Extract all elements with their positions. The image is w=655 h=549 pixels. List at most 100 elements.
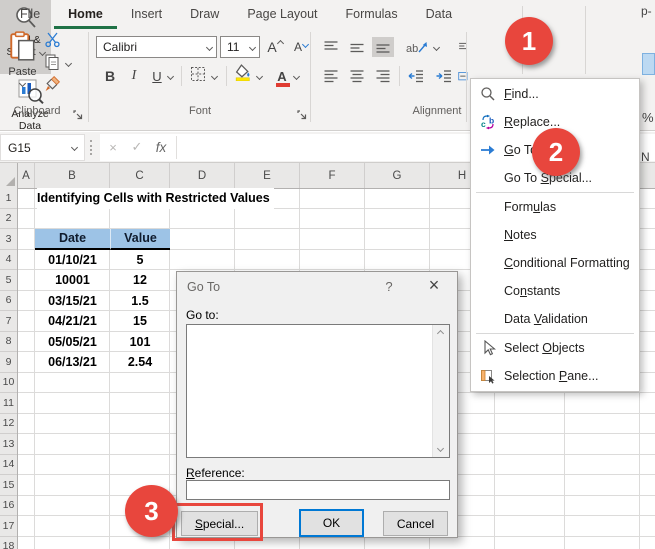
row-header-17[interactable]: 17 — [0, 516, 17, 537]
menu-item-notes[interactable]: Notes — [471, 221, 639, 249]
decrease-indent-button[interactable] — [405, 66, 427, 86]
row-header-2[interactable]: 2 — [0, 208, 17, 229]
copy-dropdown-icon[interactable] — [64, 59, 73, 68]
cell-C9[interactable]: 2.54 — [110, 352, 170, 373]
paste-button[interactable]: Paste — [4, 31, 41, 99]
tab-draw[interactable]: Draw — [176, 0, 233, 29]
row-header-8[interactable]: 8 — [0, 331, 17, 352]
cell-B4[interactable]: 01/10/21 — [35, 250, 110, 271]
menu-item-select-objects[interactable]: Select Objects — [471, 334, 639, 362]
menu-item-find[interactable]: Find... — [471, 80, 639, 108]
row-header-7[interactable]: 7 — [0, 311, 17, 332]
clipboard-dialog-launcher-icon[interactable] — [73, 107, 83, 125]
listbox-scrollbar[interactable] — [432, 325, 449, 457]
row-header-5[interactable]: 5 — [0, 270, 17, 291]
cell-C7[interactable]: 15 — [110, 311, 170, 332]
ok-button[interactable]: OK — [299, 509, 364, 537]
reference-input[interactable] — [186, 480, 450, 500]
cell-C3-header[interactable]: Value — [110, 229, 170, 250]
name-box-dropdown-icon[interactable] — [70, 143, 79, 152]
row-header-11[interactable]: 11 — [0, 393, 17, 414]
underline-dropdown-icon[interactable] — [166, 72, 175, 81]
cell-B8[interactable]: 05/05/21 — [35, 332, 110, 353]
top-align-button[interactable] — [320, 37, 342, 57]
row-header-10[interactable]: 10 — [0, 372, 17, 393]
column-header-E[interactable]: E — [235, 163, 300, 188]
font-name-combo[interactable]: Calibri — [96, 36, 217, 58]
go-to-listbox[interactable] — [186, 324, 450, 458]
menu-item-selection-pane[interactable]: Selection Pane... — [471, 362, 639, 390]
bottom-align-button[interactable] — [372, 37, 394, 57]
tab-page-layout[interactable]: Page Layout — [233, 0, 331, 29]
cell-B5[interactable]: 10001 — [35, 270, 110, 291]
italic-button[interactable]: I — [123, 66, 145, 86]
align-center-button[interactable] — [346, 66, 368, 86]
row-header-6[interactable]: 6 — [0, 290, 17, 311]
fill-color-button[interactable] — [232, 64, 254, 85]
row-header-18[interactable]: 18 — [0, 536, 17, 549]
row-header-1[interactable]: 1 — [0, 188, 17, 209]
row-header-3[interactable]: 3 — [0, 229, 17, 250]
menu-item-conditional-formatting[interactable]: Conditional Formatting — [471, 249, 639, 277]
cell-B6[interactable]: 03/15/21 — [35, 291, 110, 312]
cell-C6[interactable]: 1.5 — [110, 291, 170, 312]
scroll-up-icon[interactable] — [436, 329, 445, 338]
bold-button[interactable]: B — [99, 66, 121, 86]
format-painter-button[interactable] — [41, 75, 63, 96]
column-header-F[interactable]: F — [300, 163, 365, 188]
orientation-dropdown-icon[interactable] — [432, 43, 441, 52]
column-header-D[interactable]: D — [170, 163, 235, 188]
row-header-14[interactable]: 14 — [0, 454, 17, 475]
column-header-C[interactable]: C — [110, 163, 170, 188]
tab-insert[interactable]: Insert — [117, 0, 176, 29]
cell-B9[interactable]: 06/13/21 — [35, 352, 110, 373]
align-left-button[interactable] — [320, 66, 342, 86]
font-size-combo[interactable]: 11 — [220, 36, 260, 58]
fill-color-dropdown-icon[interactable] — [255, 72, 264, 81]
cancel-entry-button[interactable]: × — [103, 137, 123, 157]
menu-item-constants[interactable]: Constants — [471, 277, 639, 305]
row-header-9[interactable]: 9 — [0, 352, 17, 373]
name-box[interactable]: G15 — [0, 134, 85, 161]
dialog-help-button[interactable]: ? — [379, 279, 399, 294]
tab-home[interactable]: Home — [54, 0, 117, 29]
column-header-K[interactable]: K — [640, 163, 655, 188]
cell-C8[interactable]: 101 — [110, 332, 170, 353]
cell-B1-title[interactable]: Identifying Cells with Restricted Values — [37, 188, 274, 209]
dialog-close-button[interactable]: × — [421, 275, 447, 296]
cell-B7[interactable]: 04/21/21 — [35, 311, 110, 332]
menu-item-formulas[interactable]: Formulas — [471, 193, 639, 221]
font-color-dropdown-icon[interactable] — [292, 72, 301, 81]
borders-dropdown-icon[interactable] — [210, 72, 219, 81]
menu-item-data-validation[interactable]: Data Validation — [471, 305, 639, 333]
borders-button[interactable] — [187, 66, 209, 86]
select-all-corner[interactable] — [0, 163, 18, 188]
column-header-G[interactable]: G — [365, 163, 430, 188]
scroll-down-icon[interactable] — [436, 444, 445, 453]
cell-B3-header[interactable]: Date — [35, 229, 110, 250]
tab-formulas[interactable]: Formulas — [332, 0, 412, 29]
font-dialog-launcher-icon[interactable] — [297, 107, 307, 125]
cut-button[interactable] — [41, 32, 63, 52]
orientation-button[interactable]: ab — [404, 37, 430, 57]
column-header-A[interactable]: A — [18, 163, 35, 188]
underline-button[interactable]: U — [146, 66, 168, 86]
insert-function-button[interactable]: fx — [151, 137, 171, 157]
enter-entry-button[interactable]: ✓ — [127, 137, 147, 157]
row-header-13[interactable]: 13 — [0, 434, 17, 455]
cell-C4[interactable]: 5 — [110, 250, 170, 271]
font-color-button[interactable]: A — [271, 66, 293, 87]
cancel-button[interactable]: Cancel — [383, 511, 448, 536]
cell-C5[interactable]: 12 — [110, 270, 170, 291]
copy-button[interactable] — [41, 54, 63, 74]
paste-dropdown-icon[interactable] — [18, 79, 27, 88]
row-header-15[interactable]: 15 — [0, 475, 17, 496]
tab-data[interactable]: Data — [412, 0, 466, 29]
row-header-12[interactable]: 12 — [0, 413, 17, 434]
tab-file[interactable]: File — [6, 0, 54, 29]
increase-font-size-button[interactable]: A — [263, 37, 287, 57]
column-header-B[interactable]: B — [35, 163, 110, 188]
increase-indent-button[interactable] — [433, 66, 455, 86]
middle-align-button[interactable] — [346, 37, 368, 57]
align-right-button[interactable] — [372, 66, 394, 86]
